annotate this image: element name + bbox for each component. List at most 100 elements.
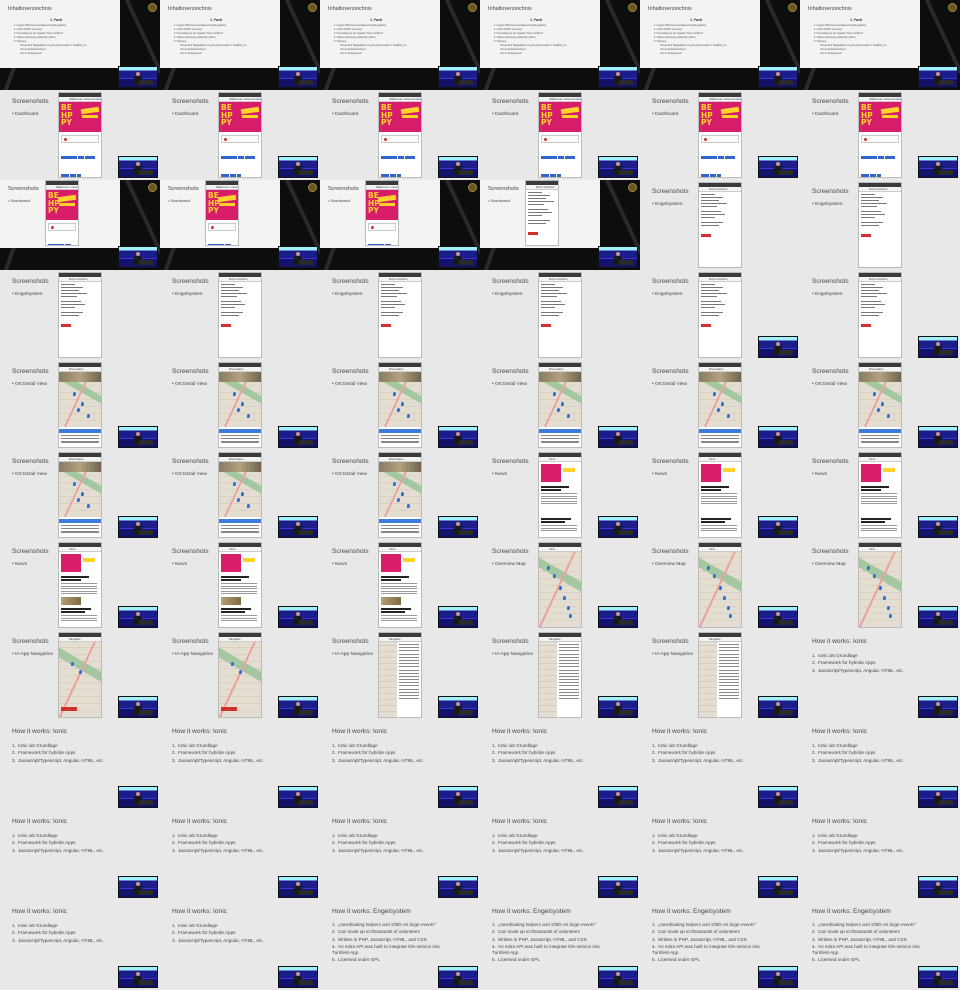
slide-list-item: 3. Written in PHP, Javascript, HTML, and …: [332, 937, 450, 943]
speaker-camera: [278, 426, 318, 448]
slide-thumbnail[interactable]: Screenshots • Dashboard Willkommen, Johann…: [800, 90, 960, 180]
dashboard-button: [381, 174, 389, 177]
slide-thumbnail[interactable]: Screenshots • Ort Detail View Maus-Diskos: [480, 360, 640, 450]
slide-thumbnail[interactable]: How it works: Ionic 1. Ionic als Grundlage…: [800, 630, 960, 720]
slide-thumbnail[interactable]: How it works: Ionic 1. Ionic als Grundlage…: [160, 810, 320, 900]
slide-bullet: • Engelsystem: [492, 292, 523, 297]
slide-title: Screenshots: [812, 548, 849, 555]
slide-thumbnail[interactable]: Inhaltsverzeichnis 1. Fazit 1. August 2015…: [320, 0, 480, 90]
slide-thumbnail[interactable]: Screenshots • News News: [0, 540, 160, 630]
slide-bullet: • Engelsystem: [652, 202, 683, 207]
slide-bullet: • Ort Detail View: [812, 382, 847, 387]
slide-list: 1. Ionic als Grundlage 2. Framework für hyb…: [12, 742, 104, 764]
slide-thumbnail[interactable]: Screenshots • Engelsystem Meine Schichten: [320, 270, 480, 360]
slide-thumbnail[interactable]: Screenshots • Engelsystem Meine Schichten: [160, 270, 320, 360]
slide-thumbnail[interactable]: How it works: Ionic 1. Ionic als Grundlage…: [320, 720, 480, 810]
slide-thumbnail[interactable]: Inhaltsverzeichnis 1. Fazit 1. August 2015…: [160, 0, 320, 90]
dashboard-button: [368, 244, 384, 245]
slide-thumbnail[interactable]: Screenshots • News News: [640, 450, 800, 540]
slide-thumbnail[interactable]: Inhaltsverzeichnis 1. Fazit 1. August 2015…: [480, 0, 640, 90]
phone-screenshot: Willkommen, Johannes Maus BE HP PY: [365, 180, 399, 246]
slide-thumbnail[interactable]: How it works: Ionic 1. Ionic als Grundlage…: [480, 720, 640, 810]
slide-thumbnail[interactable]: Screenshots • Dashboard Willkommen, Johann…: [320, 180, 480, 270]
slide-thumbnail[interactable]: Inhaltsverzeichnis 1. Fazit 1. August 2015…: [800, 0, 960, 90]
slide-thumbnail[interactable]: Screenshots • Dashboard Willkommen, Johann…: [0, 90, 160, 180]
toc-heading: 1. Fazit: [530, 18, 542, 22]
slide-thumbnail[interactable]: Screenshots • Ort Detail View Maus-Diskos: [640, 360, 800, 450]
details-bar: [859, 429, 901, 433]
text-line: [861, 206, 877, 208]
slide-thumbnail[interactable]: How it works: Ionic 1. Ionic als Grundlage…: [160, 900, 320, 990]
slide-thumbnail[interactable]: Screenshots • Ort Detail View Maus-Diskos: [320, 360, 480, 450]
slide-thumbnail[interactable]: How it works: Ionic 1. Ionic als Grundlage…: [0, 900, 160, 990]
slide-thumbnail[interactable]: Screenshots • Overview Map Karte: [640, 540, 800, 630]
slide-thumbnail[interactable]: How it works: Ionic 1. Ionic als Grundlage…: [800, 720, 960, 810]
slide-thumbnail[interactable]: Screenshots • News News: [480, 450, 640, 540]
slide-thumbnail[interactable]: How it works: Ionic 1. Ionic als Grundlage…: [640, 720, 800, 810]
slide-thumbnail[interactable]: Screenshots • News News: [160, 540, 320, 630]
slide-thumbnail[interactable]: Screenshots • Ort Detail View Maus-Diskos: [800, 360, 960, 450]
speaker-camera: [758, 516, 798, 538]
slide-thumbnail[interactable]: How it works: Engelsystem 1. „coordinating…: [800, 900, 960, 990]
text-line: [719, 691, 739, 693]
text-line: [861, 304, 885, 306]
toc-list: 1. August 2015 als universitäres Projekt…: [174, 24, 264, 56]
info-card: [208, 223, 236, 231]
slide-thumbnail[interactable]: Screenshots • Dashboard Willkommen, Johann…: [160, 180, 320, 270]
slide-thumbnail[interactable]: How it works: Ionic 1. Ionic als Grundlage…: [640, 810, 800, 900]
slide-thumbnail[interactable]: Screenshots • Dashboard Willkommen, Johann…: [640, 90, 800, 180]
text-line: [381, 615, 417, 617]
slide-thumbnail[interactable]: How it works: Ionic 1. Ionic als Grundlage…: [0, 810, 160, 900]
slide-thumbnail[interactable]: Screenshots • News News: [800, 450, 960, 540]
list-text: „coordinating helpers and shifts on larg…: [818, 922, 917, 927]
slide-title: How it works: Engelsystem: [492, 908, 571, 915]
slide-thumbnail[interactable]: Screenshots • Dashboard Willkommen, Johann…: [0, 180, 160, 270]
slide-thumbnail[interactable]: Screenshots • Overview Map Karte: [800, 540, 960, 630]
slide-thumbnail[interactable]: Inhaltsverzeichnis 1. Fazit 1. August 2015…: [0, 0, 160, 90]
text-line: [61, 290, 79, 292]
slide-thumbnail[interactable]: Screenshots • Engelsystem Meine Schichten: [640, 180, 800, 270]
slide-thumbnail[interactable]: Screenshots • Engelsystem Meine Schichten: [0, 270, 160, 360]
slide-thumbnail[interactable]: Screenshots • Engelsystem Meine Schichten: [480, 270, 640, 360]
slide-thumbnail[interactable]: Screenshots • Ort Detail View Maus-Diskos: [320, 450, 480, 540]
slide-thumbnail[interactable]: Screenshots • In-App Navigation Navigation: [160, 630, 320, 720]
slide-thumbnail[interactable]: Screenshots • Ort Detail View Maus-Diskos: [160, 450, 320, 540]
text-line: [861, 493, 897, 495]
slide-thumbnail[interactable]: Screenshots • Ort Detail View Maus-Diskos: [160, 360, 320, 450]
slide-thumbnail[interactable]: Screenshots • Dashboard Meine Schichten: [480, 180, 640, 270]
slide-thumbnail[interactable]: How it works: Engelsystem 1. „coordinating…: [320, 900, 480, 990]
text-line: [701, 194, 715, 196]
slide-thumbnail[interactable]: Screenshots • In-App Navigation Navigation: [320, 630, 480, 720]
slide-thumbnail[interactable]: Screenshots • In-App Navigation Navigation: [0, 630, 160, 720]
slide-thumbnail[interactable]: Inhaltsverzeichnis 1. Fazit 1. August 2015…: [640, 0, 800, 90]
list-text: Ionic als Grundlage: [18, 923, 58, 928]
slide-thumbnail[interactable]: Screenshots • Overview Map Karte: [480, 540, 640, 630]
slide-list-item: 2. Can scale up to thousands of volunteer…: [812, 929, 930, 935]
slide-thumbnail[interactable]: How it works: Engelsystem 1. „coordinating…: [480, 900, 640, 990]
slide-thumbnail[interactable]: How it works: Ionic 1. Ionic als Grundlage…: [800, 810, 960, 900]
slide-thumbnail[interactable]: Screenshots • Dashboard Willkommen, Johann…: [320, 90, 480, 180]
text-line: [861, 307, 875, 309]
slide-thumbnail[interactable]: Screenshots • News News: [320, 540, 480, 630]
slide-thumbnail[interactable]: Screenshots • Dashboard Willkommen, Johann…: [160, 90, 320, 180]
lectern: [619, 440, 633, 445]
slide-thumbnail[interactable]: Screenshots • Dashboard Willkommen, Johann…: [480, 90, 640, 180]
slide-thumbnail[interactable]: Screenshots • Ort Detail View Maus-Diskos: [0, 360, 160, 450]
slide-thumbnail[interactable]: How it works: Ionic 1. Ionic als Grundlage…: [320, 810, 480, 900]
slide-list-item: 2. Framework für hybride Apps: [172, 749, 264, 756]
slide-thumbnail[interactable]: How it works: Ionic 1. Ionic als Grundlage…: [0, 720, 160, 810]
toc-subitem: Von für Engelsystem: [820, 52, 842, 55]
slide-thumbnail[interactable]: How it works: Engelsystem 1. „coordinating…: [640, 900, 800, 990]
slide-thumbnail[interactable]: How it works: Ionic 1. Ionic als Grundlage…: [160, 720, 320, 810]
list-text: Can scale up to thousands of volunteers: [498, 929, 580, 935]
news-headline: [541, 518, 571, 520]
slide-thumbnail[interactable]: Screenshots • Engelsystem Meine Schichten: [800, 270, 960, 360]
speaker-camera: [278, 516, 318, 538]
slide-thumbnail[interactable]: How it works: Ionic 1. Ionic als Grundlage…: [480, 810, 640, 900]
slide-thumbnail[interactable]: Screenshots • In-App Navigation Navigation: [480, 630, 640, 720]
text-line: [701, 296, 717, 298]
slide-thumbnail[interactable]: Screenshots • In-App Navigation Navigation: [640, 630, 800, 720]
slide-thumbnail[interactable]: Screenshots • Engelsystem Meine Schichten: [640, 270, 800, 360]
slide-thumbnail[interactable]: Screenshots • Ort Detail View Maus-Diskos: [0, 450, 160, 540]
slide-thumbnail[interactable]: Screenshots • Engelsystem Meine Schichten: [800, 180, 960, 270]
